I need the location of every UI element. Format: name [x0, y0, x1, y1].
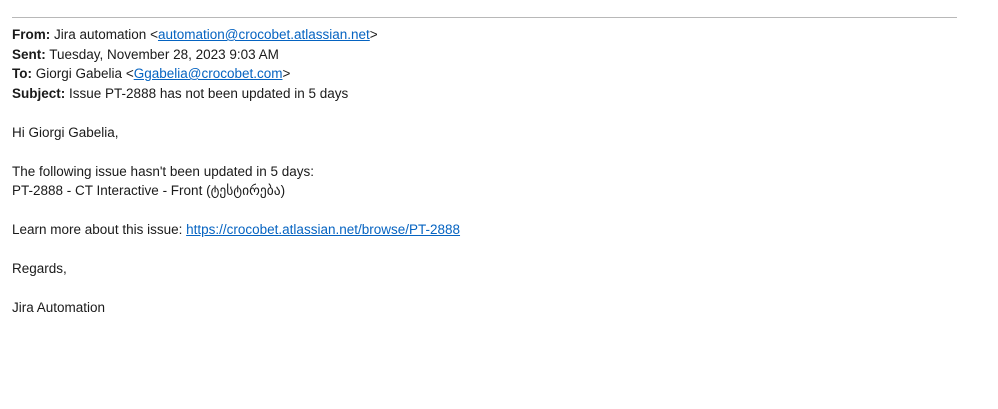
to-row: To: Giorgi Gabelia <Ggabelia@crocobet.co…	[12, 66, 291, 81]
sent-row: Sent: Tuesday, November 28, 2023 9:03 AM	[12, 45, 972, 65]
email-message: From: Jira automation <automation@crocob…	[12, 25, 972, 318]
from-email-link[interactable]: automation@crocobet.atlassian.net	[158, 27, 370, 42]
regards: Regards,	[12, 261, 67, 276]
from-label: From:	[12, 27, 51, 42]
to-email-link[interactable]: Ggabelia@crocobet.com	[134, 66, 283, 81]
subject-row: Subject: Issue PT-2888 has not been upda…	[12, 84, 972, 104]
subject-value: Issue PT-2888 has not been updated in 5 …	[69, 85, 349, 101]
greeting: Hi Giorgi Gabelia,	[12, 124, 119, 140]
to-name: Giorgi Gabelia	[35, 66, 123, 81]
issue-link[interactable]: https://crocobet.atlassian.net/browse/PT…	[186, 222, 460, 237]
to-label: To:	[12, 66, 32, 81]
header-divider	[12, 17, 957, 18]
from-name: Jira automation	[54, 27, 147, 42]
subject-label: Subject:	[12, 85, 66, 101]
from-row: From: Jira automation <automation@crocob…	[12, 27, 378, 42]
intro-text: The following issue hasn't been updated …	[12, 163, 315, 179]
learn-more-label: Learn more about this issue:	[12, 222, 183, 237]
learn-more-row: Learn more about this issue: https://cro…	[12, 220, 972, 240]
signature: Jira Automation	[12, 300, 106, 315]
sent-value: Tuesday, November 28, 2023 9:03 AM	[49, 46, 279, 62]
sent-label: Sent:	[12, 46, 46, 62]
issue-line: PT-2888 - CT Interactive - Front (ტესტირ…	[12, 183, 286, 198]
